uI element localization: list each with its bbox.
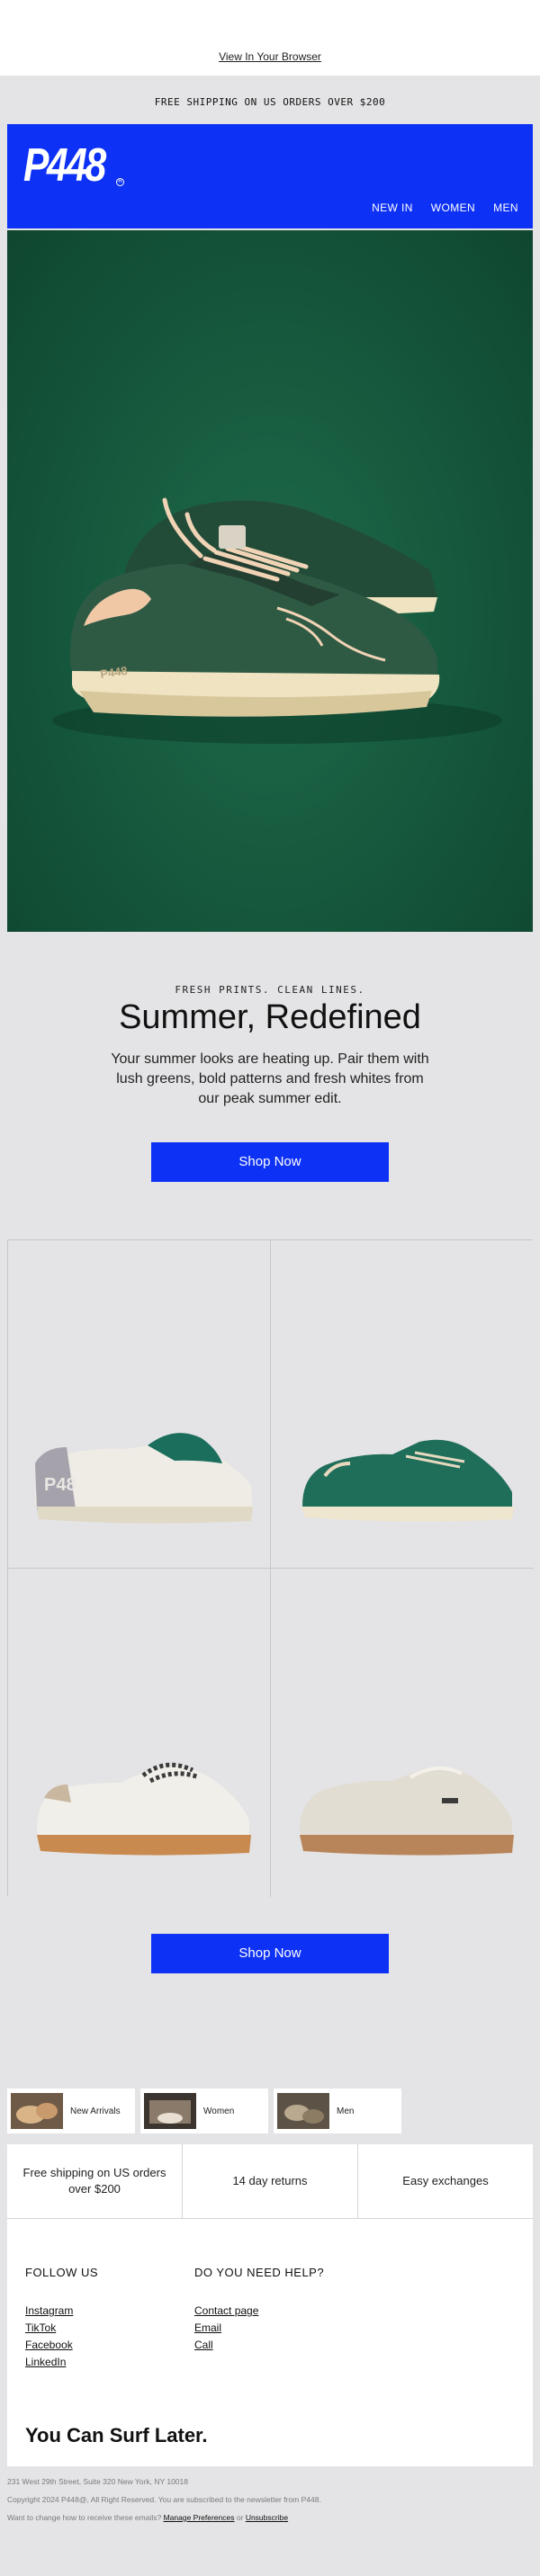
legal-copyright: Copyright 2024 P448@, All Right Reserved… bbox=[7, 2495, 321, 2504]
brand-logo[interactable]: P448 bbox=[23, 139, 106, 192]
announcement-bar: FREE SHIPPING ON US ORDERS OVER $200 bbox=[154, 96, 386, 108]
follow-us-title: FOLLOW US bbox=[25, 2266, 99, 2279]
manage-preferences-link[interactable]: Manage Preferences bbox=[164, 2513, 235, 2522]
nav-women[interactable]: WOMEN bbox=[431, 201, 475, 214]
category-men[interactable]: Men bbox=[274, 2089, 401, 2133]
product-card[interactable]: P48 bbox=[8, 1240, 271, 1569]
legal-address: 231 West 29th Street, Suite 320 New York… bbox=[7, 2477, 188, 2486]
product-card[interactable] bbox=[8, 1569, 271, 1897]
help-column: DO YOU NEED HELP? Contact page Email Cal… bbox=[194, 2266, 324, 2354]
headline: Summer, Redefined bbox=[119, 998, 421, 1036]
feature-returns: 14 day returns bbox=[183, 2144, 358, 2218]
footer-tagline: You Can Surf Later. bbox=[25, 2424, 208, 2446]
follow-us-column: FOLLOW US Instagram TikTok Facebook Link… bbox=[25, 2266, 98, 2371]
email-link[interactable]: Email bbox=[194, 2320, 324, 2337]
facebook-link[interactable]: Facebook bbox=[25, 2337, 98, 2354]
help-title: DO YOU NEED HELP? bbox=[194, 2266, 325, 2279]
nav-men[interactable]: MEN bbox=[493, 201, 518, 214]
white-sneaker-leopard-laces-icon bbox=[37, 1762, 251, 1856]
legal-preferences: Want to change how to receive these emai… bbox=[7, 2513, 288, 2522]
category-label: New Arrivals bbox=[70, 2106, 121, 2116]
new-arrivals-thumbnail-icon bbox=[11, 2093, 63, 2129]
preferences-prefix: Want to change how to receive these emai… bbox=[7, 2513, 162, 2522]
view-in-browser-link[interactable]: View In Your Browser bbox=[0, 50, 540, 63]
product-card[interactable] bbox=[271, 1569, 534, 1897]
email-page: View In Your Browser FREE SHIPPING ON US… bbox=[0, 0, 540, 2576]
eyebrow-text: FRESH PRINTS. CLEAN LINES. bbox=[175, 984, 365, 996]
cream-suede-sneaker-icon bbox=[300, 1767, 514, 1856]
white-sneaker-gray-heel-icon: P48 bbox=[35, 1433, 253, 1524]
category-label: Men bbox=[337, 2106, 355, 2116]
body-copy: Your summer looks are heating up. Pair t… bbox=[111, 1051, 429, 1106]
feature-exchanges: Easy exchanges bbox=[402, 2174, 489, 2187]
tiktok-link[interactable]: TikTok bbox=[25, 2320, 98, 2337]
unsubscribe-link[interactable]: Unsubscribe bbox=[246, 2513, 288, 2522]
nav-new-in[interactable]: NEW IN bbox=[372, 201, 413, 214]
green-sneaker-hero-icon: P448 bbox=[52, 497, 502, 744]
instagram-link[interactable]: Instagram bbox=[25, 2303, 98, 2320]
feature-free-shipping: Free shipping on US orders over $200 bbox=[7, 2144, 183, 2218]
category-women[interactable]: Women bbox=[140, 2089, 268, 2133]
hero-image[interactable]: P448 bbox=[7, 230, 533, 932]
header: P448 R NEW IN WOMEN MEN bbox=[7, 124, 533, 228]
category-new-arrivals[interactable]: New Arrivals bbox=[7, 2089, 135, 2133]
call-link[interactable]: Call bbox=[194, 2337, 324, 2354]
women-thumbnail-icon bbox=[144, 2093, 196, 2129]
product-card[interactable] bbox=[271, 1240, 534, 1569]
registered-mark-icon: R bbox=[116, 178, 124, 186]
svg-text:P48: P48 bbox=[44, 1475, 76, 1495]
category-label: Women bbox=[203, 2106, 235, 2116]
features-bar: Free shipping on US orders over $200 14 … bbox=[7, 2144, 533, 2218]
or-text: or bbox=[236, 2513, 244, 2522]
main-nav: NEW IN WOMEN MEN bbox=[372, 201, 518, 214]
men-thumbnail-icon bbox=[277, 2093, 329, 2129]
contact-page-link[interactable]: Contact page bbox=[194, 2303, 324, 2320]
footer: FOLLOW US Instagram TikTok Facebook Link… bbox=[7, 2218, 533, 2466]
category-row: New Arrivals Women Men bbox=[7, 2089, 401, 2133]
green-suede-sneaker-icon bbox=[302, 1439, 514, 1522]
linkedin-link[interactable]: LinkedIn bbox=[25, 2354, 98, 2371]
shop-now-button[interactable]: Shop Now bbox=[151, 1142, 389, 1182]
product-grid: P48 bbox=[7, 1239, 534, 1897]
shop-now-button-2[interactable]: Shop Now bbox=[151, 1934, 389, 1973]
